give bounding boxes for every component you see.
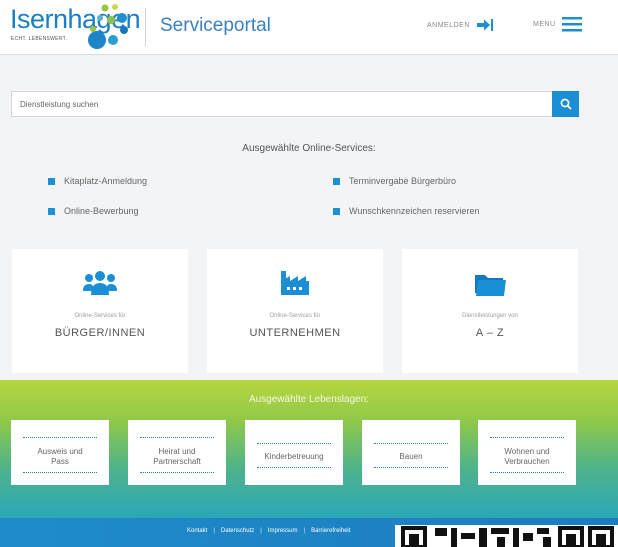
site-header: Isernhagen ECHT. LEBENSWERT. Serviceport… (0, 0, 618, 55)
tile-rule (490, 437, 564, 438)
card-subtitle: Online-Services für (269, 313, 321, 319)
tile-label-line1: Kinderbetreuung (264, 452, 324, 461)
footer-separator: | (303, 528, 306, 534)
tile-rule (23, 472, 97, 473)
tile-label-line1: Ausweis und (37, 447, 83, 456)
menu-button[interactable]: MENU (533, 16, 582, 32)
service-link-terminvergabe[interactable]: Terminvergabe Bürgerbüro (333, 176, 456, 186)
tile-label-line2: Verbrauchen (504, 457, 550, 466)
search-input[interactable] (11, 91, 552, 117)
bullet-square-icon (48, 177, 55, 185)
tile-rule (140, 437, 214, 438)
service-link-label: Wunschkennzeichen reservieren (349, 206, 480, 216)
card-a-z[interactable]: Dienstleistungen von A – Z (402, 249, 578, 373)
card-title: A – Z (475, 327, 505, 339)
tile-rule (374, 467, 448, 468)
footer-separator: | (260, 528, 262, 534)
service-link-label: Kitaplatz-Anmeldung (64, 176, 148, 186)
card-title: UNTERNEHMEN (249, 327, 341, 339)
portal-title: Serviceportal (160, 15, 271, 36)
login-arrow-icon (476, 19, 493, 31)
tile-rule (23, 437, 97, 438)
tile-bauen[interactable]: Bauen (362, 420, 460, 485)
tile-rule (490, 472, 564, 473)
tile-label-line2: Partnerschaft (153, 457, 201, 466)
bullet-square-icon (333, 177, 340, 185)
tile-kinderbetreuung[interactable]: Kinderbetreuung (245, 420, 343, 485)
service-link-label: Online-Bewerbung (64, 206, 139, 216)
footer-links: Kontakt | Datenschutz | Impressum | Barr… (187, 528, 350, 534)
qr-code-icon (395, 525, 618, 547)
tile-rule (374, 443, 448, 444)
header-divider (145, 8, 146, 46)
tile-label-line2: Pass (51, 457, 69, 466)
footer-link-impressum[interactable]: Impressum (268, 528, 298, 534)
footer-link-datenschutz[interactable]: Datenschutz (221, 528, 254, 534)
bullet-square-icon (48, 207, 55, 215)
card-title: BÜRGER/INNEN (54, 327, 146, 339)
tile-label-line1: Bauen (399, 452, 423, 461)
login-label: ANMELDEN (427, 21, 470, 29)
card-unternehmen[interactable]: Online-Services für UNTERNEHMEN (207, 249, 383, 373)
service-link-bewerbung[interactable]: Online-Bewerbung (48, 206, 139, 216)
search-bar (11, 91, 579, 117)
tile-rule (257, 467, 331, 468)
tile-wohnen-verbrauchen[interactable]: Wohnen und Verbrauchen (478, 420, 576, 485)
footer-link-kontakt[interactable]: Kontakt (187, 528, 207, 534)
logo-dots-icon (88, 4, 128, 49)
logo-tagline: ECHT. LEBENSWERT. (11, 36, 68, 42)
tile-ausweis-pass[interactable]: Ausweis und Pass (11, 420, 109, 485)
tile-label-line1: Heirat und (158, 447, 196, 456)
folder-icon (475, 275, 506, 296)
service-link-wunschkennzeichen[interactable]: Wunschkennzeichen reservieren (333, 206, 479, 216)
footer-separator: | (213, 528, 215, 534)
search-icon (560, 98, 572, 110)
menu-label: MENU (533, 20, 556, 28)
login-button[interactable]: ANMELDEN (427, 18, 494, 32)
tile-heirat-partnerschaft[interactable]: Heirat und Partnerschaft (128, 420, 226, 485)
footer-link-barrierefreiheit[interactable]: Barrierefreiheit (311, 528, 350, 534)
lebenslagen-title: Ausgewählte Lebenslagen: (248, 394, 370, 405)
tile-rule (140, 472, 214, 473)
factory-icon (281, 271, 309, 295)
card-subtitle: Dienstleistungen von (462, 313, 518, 319)
search-button[interactable] (552, 91, 579, 117)
people-icon (83, 271, 117, 295)
card-buerger[interactable]: Online-Services für BÜRGER/INNEN (12, 249, 188, 373)
tile-label-line1: Wohnen und (504, 447, 550, 456)
card-subtitle: Online-Services für (74, 313, 126, 319)
bullet-square-icon (333, 207, 340, 215)
service-link-label: Terminvergabe Bürgerbüro (349, 176, 457, 186)
hamburger-icon (561, 17, 582, 32)
service-link-kitaplatz[interactable]: Kitaplatz-Anmeldung (48, 176, 147, 186)
online-services-title: Ausgewählte Online-Services: (242, 143, 376, 154)
tile-rule (257, 443, 331, 444)
